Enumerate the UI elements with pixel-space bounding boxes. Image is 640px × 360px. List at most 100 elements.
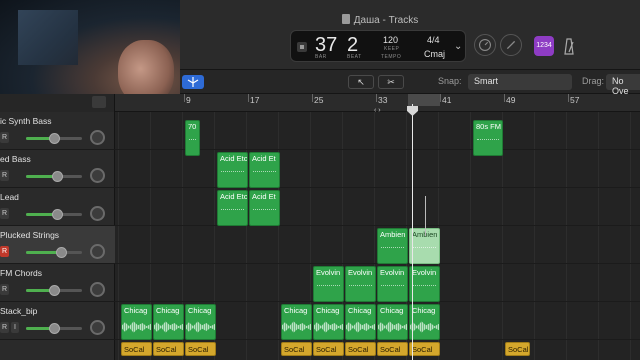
record-enable-button[interactable]: R	[0, 132, 9, 143]
pan-knob[interactable]	[90, 282, 105, 297]
audio-region[interactable]: SoCal	[377, 342, 408, 356]
track-name[interactable]: ed Bass	[0, 154, 31, 164]
volume-knob[interactable]	[55, 247, 67, 258]
track-header[interactable]: ed Bass R	[0, 150, 115, 188]
audio-region[interactable]: SoCal	[281, 342, 312, 356]
secondary-tool-button[interactable]: ✂	[378, 75, 404, 89]
volume-knob[interactable]	[51, 171, 63, 182]
track-name[interactable]: Stack_bip	[0, 306, 37, 316]
audio-region[interactable]: Chicag	[345, 304, 376, 340]
midi-region[interactable]: Acid Et	[249, 190, 280, 226]
track-header[interactable]: FM Chords R	[0, 264, 115, 302]
track-name[interactable]: ic Synth Bass	[0, 116, 52, 126]
audio-region[interactable]: Chicag	[409, 304, 440, 340]
midi-region[interactable]: 80s FM	[473, 120, 503, 156]
volume-knob[interactable]	[49, 323, 60, 334]
lcd-display[interactable]: 37 BAR 2 BEAT 120 KEEP TEMPO 4/4 Cmaj ⌄	[290, 30, 466, 62]
midi-region[interactable]: Evolvin	[409, 266, 440, 302]
volume-knob[interactable]	[51, 209, 63, 220]
window-title: Даша - Tracks	[300, 14, 460, 26]
pencil-icon[interactable]	[500, 34, 522, 56]
midi-region[interactable]: Acid Et	[249, 152, 280, 188]
audio-region[interactable]: SoCal	[153, 342, 184, 356]
window-title-text: Даша - Tracks	[353, 15, 419, 26]
audio-region[interactable]: SoCal	[185, 342, 216, 356]
key-signature[interactable]: Cmaj	[424, 49, 445, 59]
record-enable-button[interactable]: R	[0, 246, 9, 257]
playhead[interactable]	[412, 104, 413, 360]
track-name[interactable]: Plucked Strings	[0, 230, 59, 240]
count-in-button[interactable]: 1234	[534, 36, 554, 56]
snap-select[interactable]: Smart	[468, 74, 572, 90]
pan-knob[interactable]	[90, 130, 105, 145]
record-enable-button[interactable]: R	[0, 208, 9, 219]
midi-region[interactable]: Acid Etc	[217, 152, 248, 188]
audio-region[interactable]: SoCal	[313, 342, 344, 356]
pan-knob[interactable]	[90, 168, 105, 183]
document-icon	[341, 14, 350, 24]
midi-region[interactable]: Evolvin	[313, 266, 344, 302]
ruler-tick	[504, 94, 505, 102]
bar-number: 9	[186, 95, 191, 105]
region-name: Acid Et	[252, 192, 276, 201]
audio-region[interactable]: Chicag	[121, 304, 152, 340]
track-lane[interactable]	[115, 188, 640, 226]
record-enable-button[interactable]: R	[0, 322, 9, 333]
midi-notes	[253, 209, 276, 219]
record-enable-button[interactable]: R	[0, 170, 9, 181]
audio-region[interactable]: SoCal	[345, 342, 376, 356]
add-track-button[interactable]	[92, 96, 106, 108]
bar-number: 33	[378, 95, 388, 105]
audio-region[interactable]: Chicag	[281, 304, 312, 340]
volume-knob[interactable]	[49, 285, 60, 296]
track-name[interactable]: Lead	[0, 192, 19, 202]
region-name: Acid Etc	[220, 154, 248, 163]
midi-region[interactable]: Acid Etc	[217, 190, 248, 226]
ruler-tick	[568, 94, 569, 102]
midi-region[interactable]: Ambien	[377, 228, 408, 264]
tempo-caption: TEMPO	[381, 54, 402, 60]
pan-knob[interactable]	[90, 206, 105, 221]
track-header[interactable]: Stack_bip R I	[0, 302, 115, 340]
catch-playhead-icon[interactable]	[182, 75, 204, 89]
region-name: SoCal	[348, 345, 369, 354]
metronome-icon[interactable]	[560, 36, 578, 56]
region-name: SoCal	[316, 345, 337, 354]
region-name: Chicag	[316, 306, 340, 315]
audio-region[interactable]: Chicag	[185, 304, 216, 340]
time-signature[interactable]: 4/4	[427, 35, 440, 45]
audio-region[interactable]: SoCal	[121, 342, 152, 356]
record-enable-button[interactable]: R	[0, 284, 9, 295]
drag-select[interactable]: No Ove	[606, 74, 640, 96]
region-name: Evolvin	[412, 268, 437, 277]
ruler-tick	[248, 94, 249, 102]
volume-knob[interactable]	[49, 133, 60, 144]
arrange-area[interactable]: 70 80s FM Acid Etc Acid Et Acid Etc Acid Et Am…	[115, 112, 640, 360]
audio-region[interactable]: Chicag	[313, 304, 344, 340]
audio-waveform	[410, 321, 439, 333]
track-header[interactable]: Lead R	[0, 188, 115, 226]
pan-knob[interactable]	[90, 320, 105, 335]
audio-region[interactable]: SoCal	[505, 342, 530, 356]
input-monitor-button[interactable]: I	[11, 322, 19, 333]
midi-region[interactable]: 70	[185, 120, 200, 156]
audio-region[interactable]: Chicag	[377, 304, 408, 340]
track-name[interactable]: FM Chords	[0, 268, 42, 278]
chevron-down-icon[interactable]: ⌄	[454, 41, 462, 52]
region-name: Evolvin	[380, 268, 405, 277]
pointer-tool-button[interactable]: ↖	[348, 75, 374, 89]
track-header[interactable]: ic Synth Bass R	[0, 112, 115, 150]
pan-knob[interactable]	[90, 244, 105, 259]
ruler-tick	[184, 94, 185, 102]
midi-region[interactable]: Evolvin	[345, 266, 376, 302]
ruler-tick	[376, 94, 377, 102]
tuner-icon[interactable]	[474, 34, 496, 56]
volume-slider[interactable]	[26, 251, 82, 254]
audio-waveform	[122, 321, 151, 333]
track-header[interactable]: Plucked Strings R	[0, 226, 115, 264]
audio-region[interactable]: Chicag	[153, 304, 184, 340]
midi-region[interactable]: Evolvin	[377, 266, 408, 302]
tempo-value[interactable]: 120	[383, 35, 398, 45]
background-window	[18, 10, 78, 65]
audio-region[interactable]: SoCal	[409, 342, 440, 356]
